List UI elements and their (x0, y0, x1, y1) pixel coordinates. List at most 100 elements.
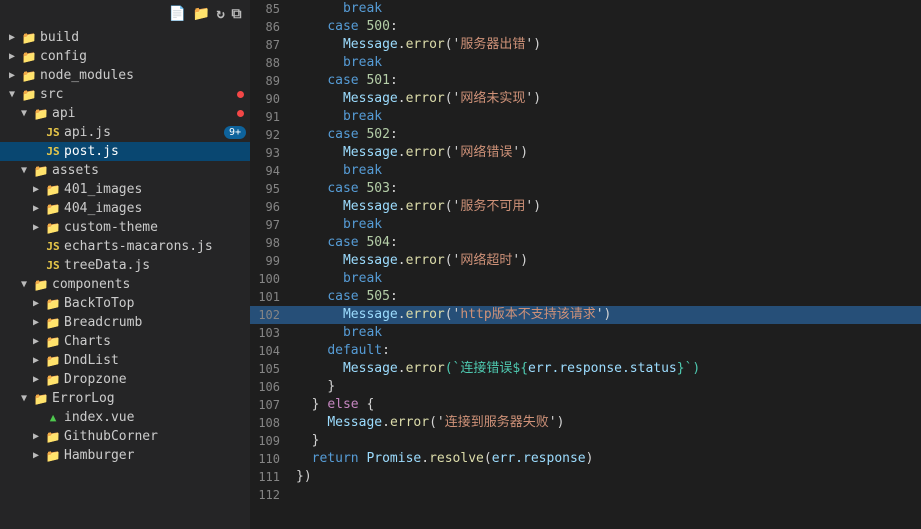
line-number: 91 (250, 108, 292, 126)
code-content: case 502: (292, 126, 921, 144)
collapse-icon[interactable]: ⧉ (231, 6, 242, 22)
folder-icon: 📁 (44, 430, 62, 444)
tree-arrow: ▶ (28, 222, 44, 233)
tree-item-Dropzone[interactable]: ▶📁Dropzone (0, 370, 250, 389)
tree-item-assets[interactable]: ▼📁assets (0, 161, 250, 180)
code-content: return Promise.resolve(err.response) (292, 450, 921, 468)
tree-arrow: ▶ (28, 317, 44, 328)
tree-item-api[interactable]: ▼📁api (0, 104, 250, 123)
new-folder-icon[interactable]: 📁 (192, 6, 210, 22)
tree-item-404_images[interactable]: ▶📁404_images (0, 199, 250, 218)
tree-item-ErrorLog[interactable]: ▼📁ErrorLog (0, 389, 250, 408)
code-content: case 501: (292, 72, 921, 90)
code-row: 100 break (250, 270, 921, 288)
tree-label: DndList (64, 353, 250, 368)
tree-item-401_images[interactable]: ▶📁401_images (0, 180, 250, 199)
line-number: 89 (250, 72, 292, 90)
code-content: case 505: (292, 288, 921, 306)
tree-item-echarts-macarons.js[interactable]: JSecharts-macarons.js (0, 237, 250, 256)
line-number: 92 (250, 126, 292, 144)
tree-label: Breadcrumb (64, 315, 250, 330)
tree-arrow: ▶ (28, 184, 44, 195)
js-file-icon: JS (44, 126, 62, 139)
tree-label: 401_images (64, 182, 250, 197)
tree-item-post.js[interactable]: JSpost.js (0, 142, 250, 161)
line-number: 86 (250, 18, 292, 36)
js-file-icon: JS (44, 259, 62, 272)
code-row: 89 case 501: (250, 72, 921, 90)
tree-arrow: ▼ (4, 89, 20, 100)
tree-label: node_modules (40, 68, 250, 83)
vue-file-icon: ▲ (44, 411, 62, 424)
folder-icon: 📁 (32, 164, 50, 178)
tree-arrow: ▶ (28, 431, 44, 442)
line-number: 96 (250, 198, 292, 216)
code-row: 104 default: (250, 342, 921, 360)
code-row: 86 case 500: (250, 18, 921, 36)
tree-item-src[interactable]: ▼📁src (0, 85, 250, 104)
code-row: 97 break (250, 216, 921, 234)
tree-item-Charts[interactable]: ▶📁Charts (0, 332, 250, 351)
line-number: 101 (250, 288, 292, 306)
tree-arrow: ▶ (28, 355, 44, 366)
code-content: break (292, 216, 921, 234)
tree-arrow: ▼ (16, 393, 32, 404)
code-content: break (292, 270, 921, 288)
tree-label: Charts (64, 334, 250, 349)
tree-arrow: ▶ (28, 450, 44, 461)
code-row: 112 (250, 486, 921, 504)
code-content: Message.error('网络超时') (292, 252, 921, 270)
code-row: 98 case 504: (250, 234, 921, 252)
tree-item-BackToTop[interactable]: ▶📁BackToTop (0, 294, 250, 313)
tree-item-components[interactable]: ▼📁components (0, 275, 250, 294)
code-content: break (292, 0, 921, 18)
code-row: 102 Message.error('http版本不支持该请求') (250, 306, 921, 324)
tree-label: 404_images (64, 201, 250, 216)
line-number: 98 (250, 234, 292, 252)
line-number: 88 (250, 54, 292, 72)
code-content: Message.error(`连接错误${err.response.status… (292, 360, 921, 378)
line-number: 104 (250, 342, 292, 360)
code-row: 111}) (250, 468, 921, 486)
folder-icon: 📁 (44, 449, 62, 463)
line-number: 110 (250, 450, 292, 468)
tree-item-Breadcrumb[interactable]: ▶📁Breadcrumb (0, 313, 250, 332)
code-row: 95 case 503: (250, 180, 921, 198)
tree-item-GithubCorner[interactable]: ▶📁GithubCorner (0, 427, 250, 446)
code-row: 99 Message.error('网络超时') (250, 252, 921, 270)
tree-label: custom-theme (64, 220, 250, 235)
tree-label: build (40, 30, 250, 45)
code-editor[interactable]: 85 break86 case 500:87 Message.error('服务… (250, 0, 921, 529)
line-number: 97 (250, 216, 292, 234)
line-number: 100 (250, 270, 292, 288)
folder-icon: 📁 (32, 278, 50, 292)
tree-label: Dropzone (64, 372, 250, 387)
tree-item-api.js[interactable]: JSapi.js9+ (0, 123, 250, 142)
code-content: Message.error('服务器出错') (292, 36, 921, 54)
tree-item-node_modules[interactable]: ▶📁node_modules (0, 66, 250, 85)
tree-item-build[interactable]: ▶📁build (0, 28, 250, 47)
tree-label: api (52, 106, 237, 121)
tree-arrow: ▶ (4, 51, 20, 62)
code-content: break (292, 324, 921, 342)
code-content: break (292, 162, 921, 180)
code-row: 91 break (250, 108, 921, 126)
tree-item-treeData.js[interactable]: JStreeData.js (0, 256, 250, 275)
line-number: 102 (250, 306, 292, 324)
code-row: 103 break (250, 324, 921, 342)
tree-item-Hamburger[interactable]: ▶📁Hamburger (0, 446, 250, 465)
folder-icon: 📁 (44, 335, 62, 349)
code-content: break (292, 108, 921, 126)
tree-label: src (40, 87, 237, 102)
line-number: 94 (250, 162, 292, 180)
tree-label: Hamburger (64, 448, 250, 463)
tree-arrow: ▶ (28, 298, 44, 309)
tree-item-DndList[interactable]: ▶📁DndList (0, 351, 250, 370)
tree-item-index.vue[interactable]: ▲index.vue (0, 408, 250, 427)
tree-item-custom-theme[interactable]: ▶📁custom-theme (0, 218, 250, 237)
tree-item-config[interactable]: ▶📁config (0, 47, 250, 66)
new-file-icon[interactable]: 📄 (169, 6, 187, 22)
sidebar-header: 📄 📁 ↻ ⧉ (0, 0, 250, 28)
tree-label: assets (52, 163, 250, 178)
refresh-icon[interactable]: ↻ (216, 6, 225, 22)
